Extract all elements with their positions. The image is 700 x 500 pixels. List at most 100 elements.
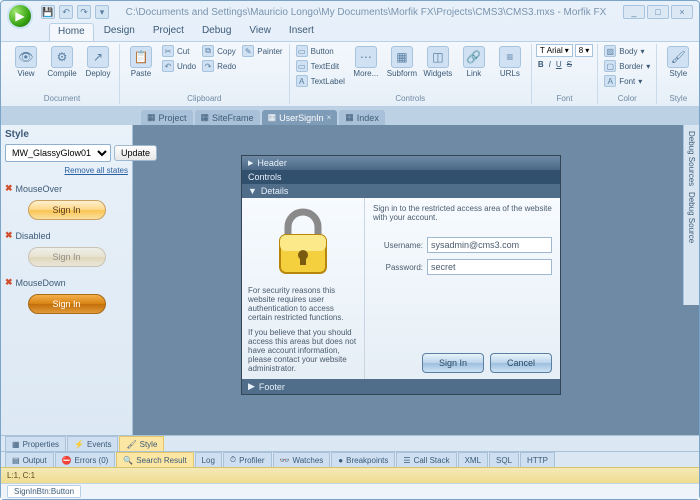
style-panel-title: Style [5, 129, 128, 140]
strike-button[interactable]: S [565, 59, 574, 70]
undo-icon: ↶ [162, 60, 174, 72]
qat-dropdown[interactable]: ▾ [95, 5, 109, 19]
password-input[interactable] [427, 259, 552, 275]
form-section-details[interactable]: ▼Details [242, 184, 560, 198]
underline-button[interactable]: U [554, 59, 564, 70]
tab-breakpoints[interactable]: ●Breakpoints [331, 452, 395, 467]
signin-button[interactable]: Sign In [422, 353, 484, 373]
subform-icon: ▦ [391, 46, 413, 68]
app-window: ▶ 💾 ↶ ↷ ▾ C:\Documents and Settings\Maur… [0, 0, 700, 500]
remove-state-icon[interactable]: ✖ [5, 183, 13, 194]
doctab-project[interactable]: ▦Project [141, 110, 193, 125]
ctrl-textedit[interactable]: ▭TextEdit [294, 59, 347, 73]
tab-search-result[interactable]: 🔍Search Result [116, 452, 193, 467]
copy-button[interactable]: ⧉Copy [200, 44, 238, 58]
paste-button[interactable]: 📋Paste [124, 44, 158, 80]
ctrl-textlabel[interactable]: ATextLabel [294, 74, 347, 88]
urls-button[interactable]: ≡URLs [493, 44, 527, 80]
username-input[interactable] [427, 237, 552, 253]
preview-mouseover-button[interactable]: Sign In [28, 200, 106, 220]
fontcolor-icon: A [604, 75, 616, 87]
status-bar: L:1, C:1 [1, 467, 699, 483]
tab-events[interactable]: ⚡Events [67, 436, 118, 451]
remove-state-icon[interactable]: ✖ [5, 230, 13, 241]
preview-mousedown-button[interactable]: Sign In [28, 294, 106, 314]
tab-callstack[interactable]: ☰Call Stack [396, 452, 456, 467]
widgets-button[interactable]: ◫Widgets [421, 44, 455, 80]
form-section-header[interactable]: ▶Header [242, 156, 560, 170]
view-button[interactable]: 👁View [9, 44, 43, 80]
close-button[interactable]: × [671, 5, 693, 19]
font-name-select[interactable]: TArial▾ [536, 44, 573, 57]
cut-button[interactable]: ✂Cut [160, 44, 198, 58]
body-color-button[interactable]: ▨Body▾ [602, 44, 652, 58]
ribbon-tab-project[interactable]: Project [145, 23, 192, 41]
tab-xml[interactable]: XML [458, 452, 488, 467]
design-canvas[interactable]: Debug Sources Debug Source ▶Header Contr… [133, 125, 699, 435]
form-usersignin[interactable]: ▶Header Controls ▼Details [241, 155, 561, 395]
font-color-button[interactable]: AFont▾ [602, 74, 652, 88]
border-color-button[interactable]: ▢Border▾ [602, 59, 652, 73]
ribbon-tab-insert[interactable]: Insert [281, 23, 322, 41]
tab-http[interactable]: HTTP [520, 452, 555, 467]
doctab-siteframe[interactable]: ▦SiteFrame [195, 110, 260, 125]
form-section-footer[interactable]: ▶Footer [242, 379, 560, 394]
app-orb-button[interactable]: ▶ [7, 3, 33, 29]
qat-undo-button[interactable]: ↶ [59, 5, 73, 19]
ribbon-tab-home[interactable]: Home [49, 23, 94, 41]
font-size-select[interactable]: 8▾ [575, 44, 593, 57]
tab-sql[interactable]: SQL [489, 452, 519, 467]
maximize-button[interactable]: □ [647, 5, 669, 19]
style-select[interactable]: MW_GlassyGlow01 [5, 144, 111, 162]
deploy-button[interactable]: ↗Deploy [81, 44, 115, 80]
remove-state-icon[interactable]: ✖ [5, 277, 13, 288]
group-label: Document [9, 93, 115, 104]
ctrl-button[interactable]: ▭Button [294, 44, 347, 58]
qat-redo-button[interactable]: ↷ [77, 5, 91, 19]
qat-save-button[interactable]: 💾 [41, 5, 55, 19]
chevron-right-icon: ▶ [248, 381, 255, 392]
window-title: C:\Documents and Settings\Mauricio Longo… [109, 7, 623, 18]
style-button[interactable]: 🖌Style [661, 44, 695, 80]
undo-button[interactable]: ↶Undo [160, 59, 198, 73]
remove-all-states-link[interactable]: Remove all states [5, 166, 128, 175]
ribbon-group-clipboard: 📋Paste ✂Cut ↶Undo ⧉Copy ↷Redo ✎Painter C… [120, 44, 290, 104]
painter-button[interactable]: ✎Painter [240, 44, 284, 58]
tab-errors[interactable]: ⛔Errors (0) [55, 452, 116, 467]
more-controls-button[interactable]: ⋯More... [349, 44, 383, 80]
dock-tab-debug-source[interactable]: Debug Source [687, 192, 696, 243]
dock-tab-debug-sources[interactable]: Debug Sources [687, 131, 696, 186]
cancel-button[interactable]: Cancel [490, 353, 552, 373]
compile-button[interactable]: ⚙Compile [45, 44, 79, 80]
intro-text: Sign in to the restricted access area of… [373, 204, 552, 222]
tab-watches[interactable]: 👓Watches [273, 452, 331, 467]
link-button[interactable]: 🔗Link [457, 44, 491, 80]
preview-disabled-button[interactable]: Sign In [28, 247, 106, 267]
form-section-controls[interactable]: Controls [242, 170, 560, 184]
tab-output[interactable]: ▤Output [5, 452, 54, 467]
selection-breadcrumb[interactable]: SignInBtn:Button [7, 485, 81, 498]
tab-style[interactable]: 🖌Style [119, 436, 164, 451]
tab-log[interactable]: Log [195, 452, 222, 467]
ribbon-tab-design[interactable]: Design [96, 23, 143, 41]
workspace: Style MW_GlassyGlow01 Update Remove all … [1, 125, 699, 435]
redo-button[interactable]: ↷Redo [200, 59, 238, 73]
bold-button[interactable]: B [536, 59, 546, 70]
cut-icon: ✂ [162, 45, 174, 57]
doctab-index[interactable]: ▦Index [339, 110, 385, 125]
subform-button[interactable]: ▦Subform [385, 44, 419, 80]
close-tab-icon[interactable]: × [327, 113, 332, 122]
ribbon-tab-debug[interactable]: Debug [194, 23, 239, 41]
tab-properties[interactable]: ▦Properties [5, 436, 66, 451]
ribbon-tab-view[interactable]: View [241, 23, 279, 41]
document-tabstrip: ▦Project ▦SiteFrame ▦UserSignIn× ▦Index [1, 107, 699, 125]
right-dock[interactable]: Debug Sources Debug Source [683, 125, 699, 305]
window-controls: _ □ × [623, 5, 693, 19]
italic-button[interactable]: I [547, 59, 553, 70]
form-body: For security reasons this website requir… [242, 198, 560, 379]
doctab-usersignin[interactable]: ▦UserSignIn× [262, 110, 338, 125]
minimize-button[interactable]: _ [623, 5, 645, 19]
ribbon-group-style: 🖌Style Style [657, 44, 699, 104]
group-label: Style [661, 93, 695, 104]
tab-profiler[interactable]: ⏱Profiler [223, 452, 272, 467]
